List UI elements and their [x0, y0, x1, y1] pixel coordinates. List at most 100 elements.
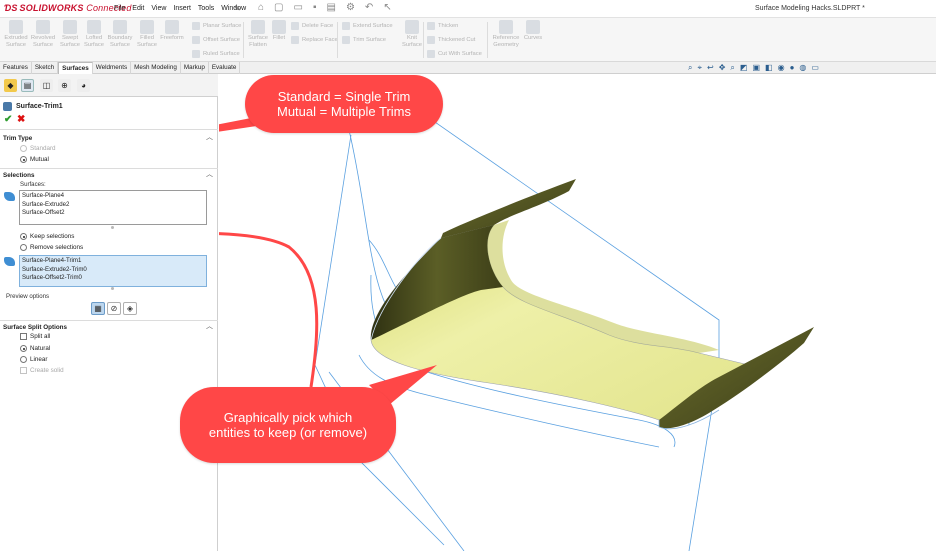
list-item[interactable]: Surface-Extrude2-Trim0 [22, 266, 204, 275]
natural-radio[interactable]: Natural [20, 345, 50, 352]
menu-tools[interactable]: Tools [198, 5, 214, 12]
list-item[interactable]: Surface-Plane4 [22, 192, 204, 201]
thickened-cut-button[interactable]: Thickened Cut [427, 36, 475, 44]
extend-surface-button[interactable]: Extend Surface [342, 22, 393, 30]
configuration-manager-icon[interactable]: ◫ [40, 79, 53, 92]
fillet-button[interactable]: Fillet [266, 20, 292, 42]
tab-surfaces[interactable]: Surfaces [58, 62, 93, 74]
thicken-button[interactable]: Thicken [427, 22, 458, 30]
pin-menu-icon[interactable]: ✎ [234, 4, 241, 13]
list-item[interactable]: Surface-Offset2-Trim0 [22, 274, 204, 283]
surface-split-options-group-header[interactable]: Surface Split Options ︿ [0, 322, 218, 332]
display-manager-icon[interactable]: ◕ [77, 79, 90, 92]
list-resize-handle[interactable] [111, 226, 114, 229]
create-solid-checkbox[interactable]: Create solid [20, 367, 64, 374]
replace-face-button[interactable]: Replace Face [291, 36, 338, 44]
solidworks-logo[interactable]: ƊS SOLIDWORKS Connected [4, 3, 132, 13]
tab-evaluate[interactable]: Evaluate [209, 62, 241, 74]
pan-icon[interactable]: ✥ [719, 63, 726, 73]
knit-surface-button[interactable]: Knit Surface [399, 20, 425, 49]
lofted-surface-button[interactable]: Lofted Surface [81, 20, 107, 49]
zoom-to-fit-icon[interactable]: ⌕ [688, 63, 692, 73]
checkbox-label: Create solid [30, 367, 64, 374]
tab-features[interactable]: Features [0, 62, 32, 74]
graphics-area[interactable] [219, 75, 936, 551]
cut-with-surface-button[interactable]: Cut With Surface [427, 50, 482, 58]
remove-selections-radio[interactable]: Remove selections [20, 244, 83, 251]
dimxpert-icon[interactable]: ⊕ [58, 79, 71, 92]
undo-icon[interactable]: ↶ [365, 2, 373, 13]
revolved-surface-button[interactable]: Revolved Surface [30, 20, 56, 49]
swept-surface-button[interactable]: Swept Surface [57, 20, 83, 49]
planar-surface-button[interactable]: Planar Surface [192, 22, 241, 30]
button-label: Reference Geometry [492, 35, 520, 48]
radio-label: Remove selections [30, 244, 84, 251]
tab-markup[interactable]: Markup [181, 62, 209, 74]
list-resize-handle[interactable] [111, 287, 114, 290]
property-manager-icon[interactable]: ▤ [21, 79, 34, 92]
view-orientation-icon[interactable]: ▣ [752, 63, 760, 73]
button-label: Cut With Surface [438, 51, 482, 57]
menu-view[interactable]: View [151, 5, 166, 12]
button-label: Extend Surface [353, 23, 393, 29]
menu-insert[interactable]: Insert [173, 5, 191, 12]
surface-flatten-icon [251, 20, 265, 34]
trim-surface-button[interactable]: Trim Surface [342, 36, 386, 44]
list-item[interactable]: Surface-Plane4-Trim1 [22, 257, 204, 266]
button-label: Thickened Cut [438, 37, 476, 43]
tab-sketch[interactable]: Sketch [32, 62, 59, 74]
new-document-icon[interactable]: ▢ [274, 2, 283, 13]
monitor-icon[interactable]: ▭ [811, 63, 819, 73]
chevron-up-icon[interactable]: ︿ [206, 132, 213, 142]
offset-surface-button[interactable]: Offset Surface [192, 36, 240, 44]
show-both-surfaces-button[interactable]: ◈ [123, 302, 137, 315]
cancel-x-icon[interactable]: ✖ [17, 114, 25, 125]
select-icon[interactable]: ↖ [383, 2, 391, 13]
feature-title: Surface-Trim1 [3, 102, 63, 111]
boundary-surface-button[interactable]: Boundary Surface [107, 20, 133, 49]
surfaces-list[interactable]: Surface-Plane4 Surface-Extrude2 Surface-… [19, 190, 207, 225]
group-title: Surface Split Options [3, 323, 68, 331]
zoom-area-icon[interactable]: ⌖ [697, 63, 702, 73]
tab-weldments[interactable]: Weldments [93, 62, 132, 74]
save-icon[interactable]: ▪ [313, 2, 317, 13]
chevron-up-icon[interactable]: ︿ [206, 321, 213, 331]
keep-selections-radio[interactable]: Keep selections [20, 233, 74, 240]
scene-icon[interactable]: ◍ [799, 63, 806, 73]
appearance-icon[interactable]: ● [790, 63, 795, 73]
selections-group-header[interactable]: Selections ︿ [0, 170, 218, 180]
trim-type-group-header[interactable]: Trim Type ︿ [0, 133, 218, 143]
delete-face-button[interactable]: Delete Face [291, 22, 333, 30]
curves-button[interactable]: Curves [520, 20, 546, 42]
menu-file[interactable]: File [114, 5, 125, 12]
pieces-to-keep-list[interactable]: Surface-Plane4-Trim1 Surface-Extrude2-Tr… [19, 255, 207, 287]
previous-view-icon[interactable]: ↩ [707, 63, 714, 73]
print-icon[interactable]: ▤ [327, 2, 336, 13]
extruded-surface-button[interactable]: Extruded Surface [3, 20, 29, 49]
list-item[interactable]: Surface-Offset2 [22, 209, 204, 218]
tab-mesh-modeling[interactable]: Mesh Modeling [131, 62, 181, 74]
freeform-button[interactable]: Freeform [159, 20, 185, 42]
feature-manager-icon[interactable]: ◆ [4, 79, 17, 92]
zoom-icon[interactable]: ⌕ [730, 63, 734, 73]
command-manager-ribbon: Extruded Surface Revolved Surface Swept … [0, 18, 936, 62]
ok-checkmark-icon[interactable]: ✔ [4, 114, 12, 125]
display-style-icon[interactable]: ◧ [765, 63, 773, 73]
linear-radio[interactable]: Linear [20, 356, 48, 363]
list-item[interactable]: Surface-Extrude2 [22, 201, 204, 210]
ruled-surface-button[interactable]: Ruled Surface [192, 50, 240, 58]
reference-geometry-button[interactable]: Reference Geometry [490, 20, 522, 49]
hide-show-icon[interactable]: ◉ [778, 63, 785, 73]
standard-radio[interactable]: Standard [20, 145, 56, 152]
filled-surface-button[interactable]: Filled Surface [134, 20, 160, 49]
split-all-checkbox[interactable]: Split all [20, 333, 50, 340]
mutual-radio[interactable]: Mutual [20, 156, 49, 163]
open-icon[interactable]: ▭ [294, 2, 303, 13]
home-icon[interactable]: ⌂ [258, 2, 264, 13]
options-gear-icon[interactable]: ⚙ [346, 2, 355, 13]
show-included-surfaces-button[interactable]: ▦ [91, 302, 105, 315]
menu-edit[interactable]: Edit [132, 5, 144, 12]
chevron-up-icon[interactable]: ︿ [206, 169, 213, 179]
show-excluded-surfaces-button[interactable]: ⊘ [107, 302, 121, 315]
section-view-icon[interactable]: ◩ [740, 63, 748, 73]
